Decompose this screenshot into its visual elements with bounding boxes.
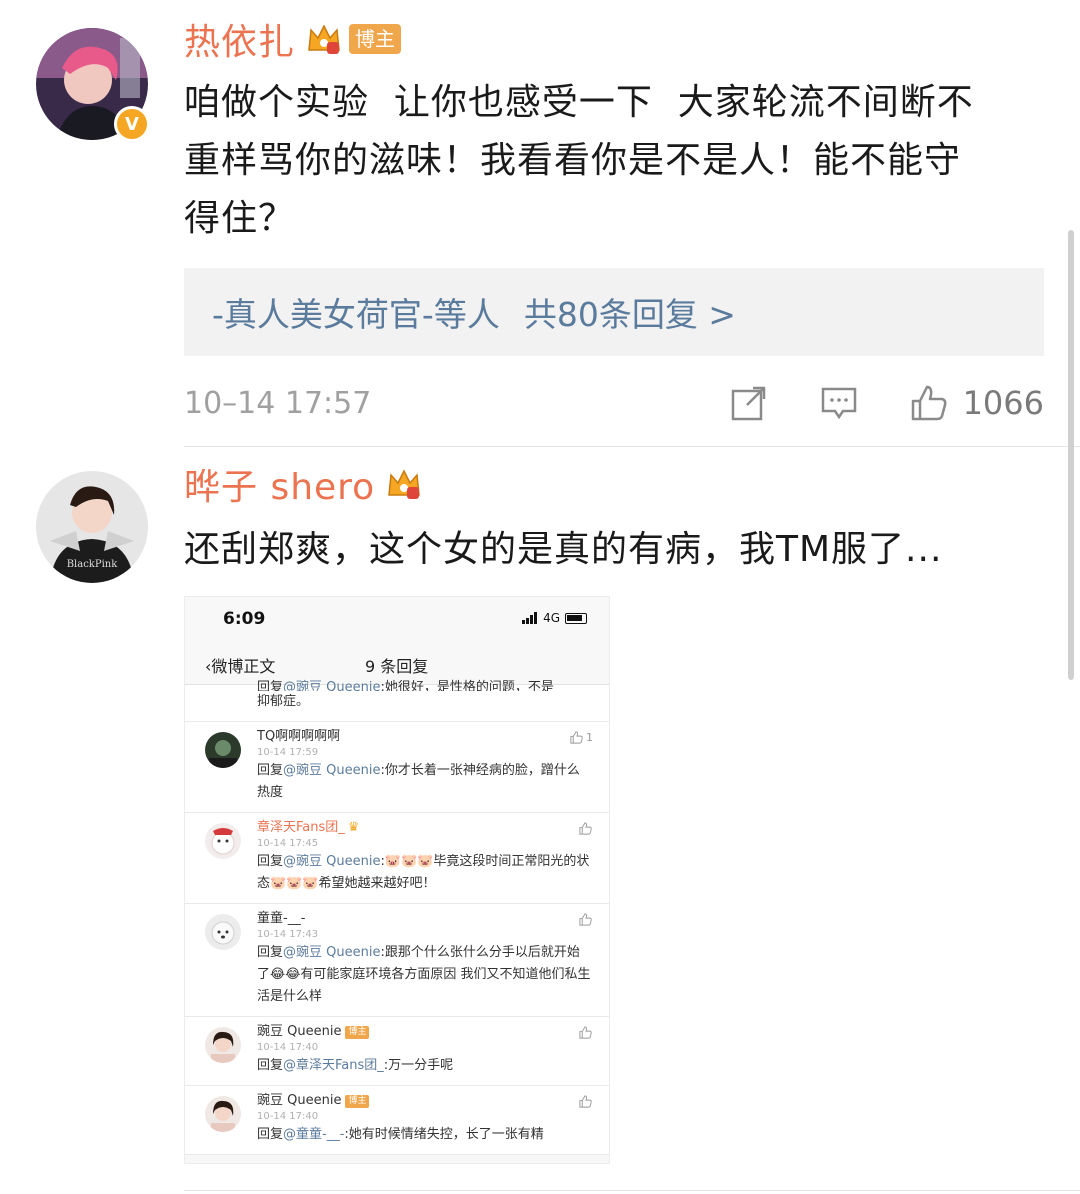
nav-title: 9 条回复 xyxy=(365,657,429,676)
reply-body: 回复@章泽天Fans团_:万一分手呢 xyxy=(257,1055,591,1077)
reply-count[interactable]: 共80条回复 > xyxy=(524,288,736,336)
comment-text: 咱做个实验 让你也感受一下 大家轮流不间断不 重样骂你的滋味！我看看你是不是人！… xyxy=(184,74,1044,248)
reply-time: 10-14 17:43 xyxy=(257,929,319,940)
mention-link[interactable]: @章泽天Fans团_ xyxy=(283,1058,384,1073)
reply-text: :万一分手呢 xyxy=(383,1058,454,1073)
reply-text: :她有时候情绪失控，长了一张有精 xyxy=(344,1127,544,1142)
signal-bars-icon xyxy=(522,612,538,624)
comment-line: 咱做个实验 让你也感受一下 大家轮流不间断不 xyxy=(184,82,974,123)
blogger-tag: 博主 xyxy=(345,1094,370,1108)
comment-text: 还刮郑爽，这个女的是真的有病，我TM服了... xyxy=(184,529,943,570)
reply-username[interactable]: TQ啊啊啊啊啊 xyxy=(257,728,591,746)
reply-prefix: 回复 xyxy=(257,1058,284,1073)
like-icon xyxy=(579,1095,592,1108)
reply-prefix: 回复 xyxy=(257,1127,284,1142)
avatar[interactable] xyxy=(205,1027,241,1063)
verified-badge-icon: V xyxy=(114,106,150,142)
like-button[interactable] xyxy=(578,912,593,927)
username[interactable]: 晔子 shero xyxy=(184,458,375,510)
crown-icon xyxy=(385,465,423,503)
comment-meta: 10–14 17:57 1066 xyxy=(184,378,1044,428)
mention-link[interactable]: @豌豆 Queenie xyxy=(283,945,380,960)
like-count: 1066 xyxy=(962,384,1044,422)
crown-icon: ♛ xyxy=(347,820,360,835)
mention-link[interactable]: @豌豆 Queenie xyxy=(283,854,380,869)
reply-body: 回复@豌豆 Queenie:🐷🐷🐷毕竟这段时间正常阳光的状态🐷🐷🐷希望她越来越好… xyxy=(257,851,591,895)
blogger-tag: 博主 xyxy=(345,1025,370,1039)
status-time: 6:09 xyxy=(223,609,266,629)
avatar[interactable]: BlackPink xyxy=(36,471,148,583)
like-icon xyxy=(579,913,592,926)
reply-text: :她很好，是性格的问题，不是 xyxy=(380,680,554,691)
reply-prefix: 回复 xyxy=(257,680,284,691)
like-button[interactable] xyxy=(578,821,593,836)
mention-link[interactable]: @豌豆 Queenie xyxy=(283,680,380,691)
reply-username[interactable]: 豌豆 Queenie 博主 xyxy=(257,1092,591,1110)
like-icon xyxy=(579,1026,592,1039)
reply-username[interactable]: 豌豆 Queenie 博主 xyxy=(257,1023,591,1041)
timestamp: 10–14 17:57 xyxy=(184,385,372,421)
reply-prefix: 回复 xyxy=(257,854,284,869)
list-item: 童童-__- 10-14 17:43 回复@豌豆 Queenie:跟那个什么张什… xyxy=(185,904,609,1017)
comment-icon[interactable] xyxy=(819,383,859,423)
reply-time: 10-14 17:45 xyxy=(257,838,319,849)
username[interactable]: 热依扎 xyxy=(184,13,295,65)
list-item: 章泽天Fans团_ ♛ 10-14 17:45 回复@豌豆 Queenie:🐷🐷🐷… xyxy=(185,813,609,904)
scrollbar[interactable] xyxy=(1068,230,1074,680)
battery-icon xyxy=(565,612,587,624)
network-type: 4G xyxy=(543,611,560,625)
list-item: 豌豆 Queenie 博主 10-14 17:40 回复@童童-__-:她有时候情… xyxy=(185,1086,609,1155)
like-count: 1 xyxy=(586,731,593,744)
blogger-tag: 博主 xyxy=(349,24,402,54)
reply-username[interactable]: 童童-__- xyxy=(257,910,591,928)
reply-prefix: 回复 xyxy=(257,945,284,960)
comment-line: 得住？ xyxy=(184,198,296,239)
comment-1: V 热依扎 博主 咱做个实验 让你也感受一下 大家轮流不间断不 重样骂你的滋味！… xyxy=(0,0,1080,446)
reply-body: 回复@豌豆 Queenie:你才长着一张神经病的脸，蹭什么热度 xyxy=(257,760,591,804)
reply-username-text: 豌豆 Queenie xyxy=(257,1024,342,1039)
reply-text-line2: 抑郁症。 xyxy=(257,694,310,709)
reply-list: 回复@豌豆 Queenie:她很好，是性格的问题，不是 抑郁症。 TQ啊啊啊啊啊… xyxy=(185,680,609,1155)
back-button[interactable]: ‹微博正文 xyxy=(205,653,275,677)
reply-time: 10-14 17:40 xyxy=(257,1111,319,1122)
list-item: 豌豆 Queenie 博主 10-14 17:40 回复@章泽天Fans团_:万一… xyxy=(185,1017,609,1086)
signal-indicators: 4G xyxy=(522,611,587,625)
back-label: 微博正文 xyxy=(211,657,276,676)
list-item: 回复@豌豆 Queenie:她很好，是性格的问题，不是 抑郁症。 xyxy=(185,677,609,722)
reply-prefix: 回复 xyxy=(257,763,284,778)
list-item: TQ啊啊啊啊啊 10-14 17:59 回复@豌豆 Queenie:你才长着一张… xyxy=(185,722,609,813)
crown-icon xyxy=(305,20,343,58)
reply-username-text: 豌豆 Queenie xyxy=(257,1093,342,1108)
avatar[interactable] xyxy=(205,823,241,859)
like-button[interactable] xyxy=(578,1094,593,1109)
comment-actions: 1066 xyxy=(679,383,1044,423)
divider xyxy=(184,1190,1080,1191)
like-button[interactable] xyxy=(578,1025,593,1040)
reply-username-text: 章泽天Fans团_ xyxy=(257,820,345,835)
reply-time: 10-14 17:40 xyxy=(257,1042,319,1053)
reply-body: 回复@童童-__-:她有时候情绪失控，长了一张有精 xyxy=(257,1124,591,1146)
embedded-screenshot[interactable]: 6:09 4G ‹微博正文 9 条回复 回复@豌豆 Queenie:她很好，是性… xyxy=(184,596,610,1164)
like-icon xyxy=(570,731,583,744)
reply-users: -真人美女荷官-等人 xyxy=(212,295,500,334)
comment-line: 重样骂你的滋味！我看看你是不是人！能不能守 xyxy=(184,140,962,181)
status-bar: 6:09 4G xyxy=(185,597,609,641)
avatar[interactable] xyxy=(205,732,241,768)
svg-text:BlackPink: BlackPink xyxy=(67,559,119,570)
mention-link[interactable]: @豌豆 Queenie xyxy=(283,763,380,778)
reply-body: 回复@豌豆 Queenie:跟那个什么张什么分手以后就开始了😂😂有可能家庭环境各… xyxy=(257,942,591,1008)
reply-preview[interactable]: -真人美女荷官-等人 共80条回复 > xyxy=(184,268,1044,356)
reply-username[interactable]: 章泽天Fans团_ ♛ xyxy=(257,819,591,837)
avatar[interactable] xyxy=(205,914,241,950)
reply-time: 10-14 17:59 xyxy=(257,747,319,758)
like-button[interactable]: 1 xyxy=(569,730,593,745)
like-icon[interactable] xyxy=(909,383,949,423)
share-icon[interactable] xyxy=(729,383,769,423)
mention-link[interactable]: @童童-__- xyxy=(283,1127,344,1142)
like-icon xyxy=(579,822,592,835)
avatar[interactable] xyxy=(205,1096,241,1132)
